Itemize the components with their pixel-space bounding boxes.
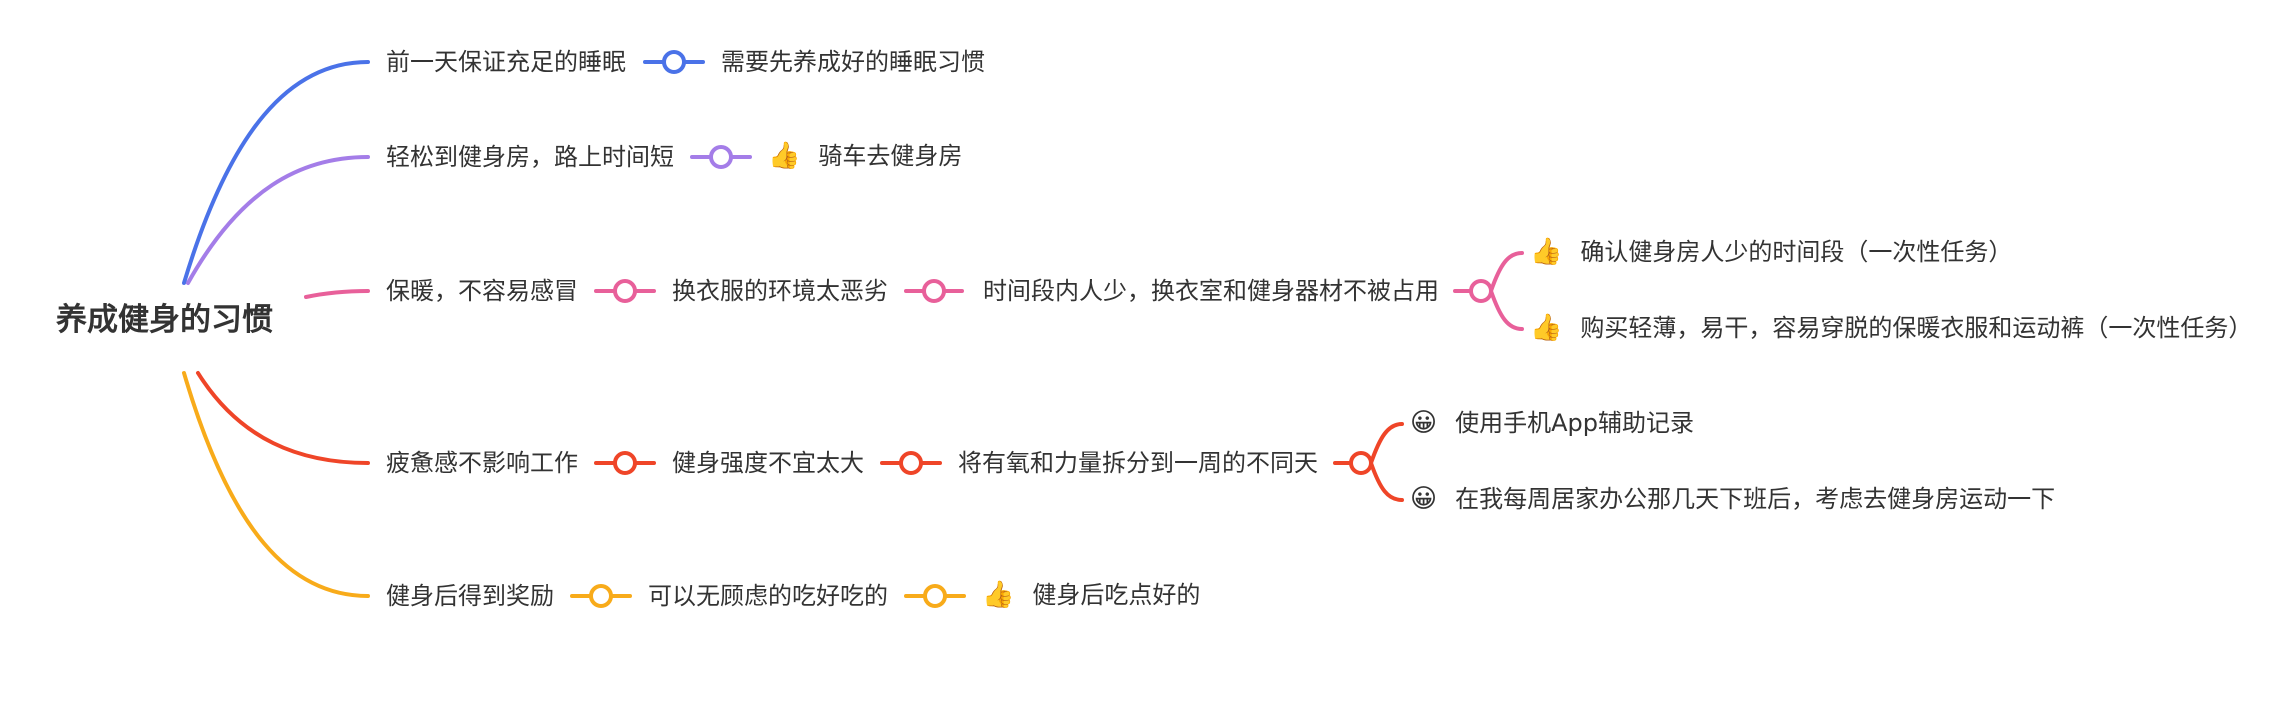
topic-label: 换衣服的环境太恶劣 <box>672 277 888 305</box>
topic-label: 骑车去健身房 <box>818 142 963 170</box>
connector-red-leaf-2 <box>1369 461 1404 502</box>
connector-root-pink <box>304 289 370 299</box>
topic-label: 使用手机App辅助记录 <box>1455 409 1694 437</box>
topic-label: 健身强度不宜太大 <box>672 449 864 477</box>
topic-pink-leaf-1[interactable]: 👍 确认健身房人少的时间段（一次性任务） <box>1530 239 2012 265</box>
thumbs-up-icon: 👍 <box>1530 313 1563 343</box>
connector-root-purple <box>186 155 370 285</box>
thumbs-up-icon: 👍 <box>768 141 801 171</box>
topic-label: 时间段内人少，换衣室和健身器材不被占用 <box>983 277 1439 305</box>
topic-red-2[interactable]: 健身强度不宜太大 <box>672 451 864 475</box>
topic-orange-3[interactable]: 👍 健身后吃点好的 <box>982 582 1200 608</box>
topic-orange-2[interactable]: 可以无顾虑的吃好吃的 <box>648 584 888 608</box>
thumbs-up-icon: 👍 <box>1530 237 1563 267</box>
topic-label: 疲惫感不影响工作 <box>386 449 578 477</box>
topic-red-leaf-2[interactable]: 😀 在我每周居家办公那几天下班后，考虑去健身房运动一下 <box>1410 486 2055 512</box>
topic-blue-1[interactable]: 前一天保证充足的睡眠 <box>386 50 626 74</box>
grin-icon: 😀 <box>1410 484 1438 514</box>
topic-label: 需要先养成好的睡眠习惯 <box>721 48 985 76</box>
topic-pink-1[interactable]: 保暖，不容易感冒 <box>386 279 578 303</box>
joint-pink-fork <box>1469 279 1493 303</box>
thumbs-up-icon: 👍 <box>982 580 1015 610</box>
connector-root-orange <box>182 371 370 598</box>
topic-pink-leaf-2[interactable]: 👍 购买轻薄，易干，容易穿脱的保暖衣服和运动裤（一次性任务） <box>1530 315 2252 341</box>
joint-red-1 <box>613 451 637 475</box>
topic-pink-3[interactable]: 时间段内人少，换衣室和健身器材不被占用 <box>983 279 1439 303</box>
joint-red-fork <box>1349 451 1373 475</box>
connector-root-red <box>196 371 370 465</box>
joint-orange-1 <box>589 584 613 608</box>
connector-root-blue <box>182 60 370 285</box>
topic-label: 将有氧和力量拆分到一周的不同天 <box>958 449 1318 477</box>
joint-blue-1 <box>662 50 686 74</box>
topic-red-3[interactable]: 将有氧和力量拆分到一周的不同天 <box>958 451 1318 475</box>
topic-label: 健身后吃点好的 <box>1032 581 1201 609</box>
mind-map: 养成健身的习惯 前一天保证充足的睡眠 需要先养成好的睡眠习惯 轻松到健身房，路上… <box>0 0 2274 713</box>
topic-orange-1[interactable]: 健身后得到奖励 <box>386 584 554 608</box>
topic-label: 可以无顾虑的吃好吃的 <box>648 582 888 610</box>
topic-label: 健身后得到奖励 <box>386 582 554 610</box>
topic-purple-1[interactable]: 轻松到健身房，路上时间短 <box>386 145 674 169</box>
connector-red-leaf-1 <box>1369 422 1404 465</box>
connector-pink-leaf-1 <box>1489 251 1524 293</box>
topic-label: 确认健身房人少的时间段（一次性任务） <box>1580 238 2013 266</box>
topic-label: 轻松到健身房，路上时间短 <box>386 143 674 171</box>
topic-label: 保暖，不容易感冒 <box>386 277 578 305</box>
joint-red-2 <box>899 451 923 475</box>
topic-red-leaf-1[interactable]: 😀 使用手机App辅助记录 <box>1410 410 1694 436</box>
joint-orange-2 <box>923 584 947 608</box>
connector-pink-leaf-2 <box>1489 289 1524 331</box>
topic-pink-2[interactable]: 换衣服的环境太恶劣 <box>672 279 888 303</box>
topic-red-1[interactable]: 疲惫感不影响工作 <box>386 451 578 475</box>
joint-pink-2 <box>922 279 946 303</box>
topic-label: 购买轻薄，易干，容易穿脱的保暖衣服和运动裤（一次性任务） <box>1580 314 2253 342</box>
grin-icon: 😀 <box>1410 408 1438 438</box>
root-topic[interactable]: 养成健身的习惯 <box>56 305 273 336</box>
joint-pink-1 <box>613 279 637 303</box>
topic-purple-2[interactable]: 👍 骑车去健身房 <box>768 143 962 169</box>
joint-purple-1 <box>709 145 733 169</box>
topic-blue-2[interactable]: 需要先养成好的睡眠习惯 <box>721 50 985 74</box>
topic-label: 在我每周居家办公那几天下班后，考虑去健身房运动一下 <box>1455 485 2056 513</box>
topic-label: 前一天保证充足的睡眠 <box>386 48 626 76</box>
